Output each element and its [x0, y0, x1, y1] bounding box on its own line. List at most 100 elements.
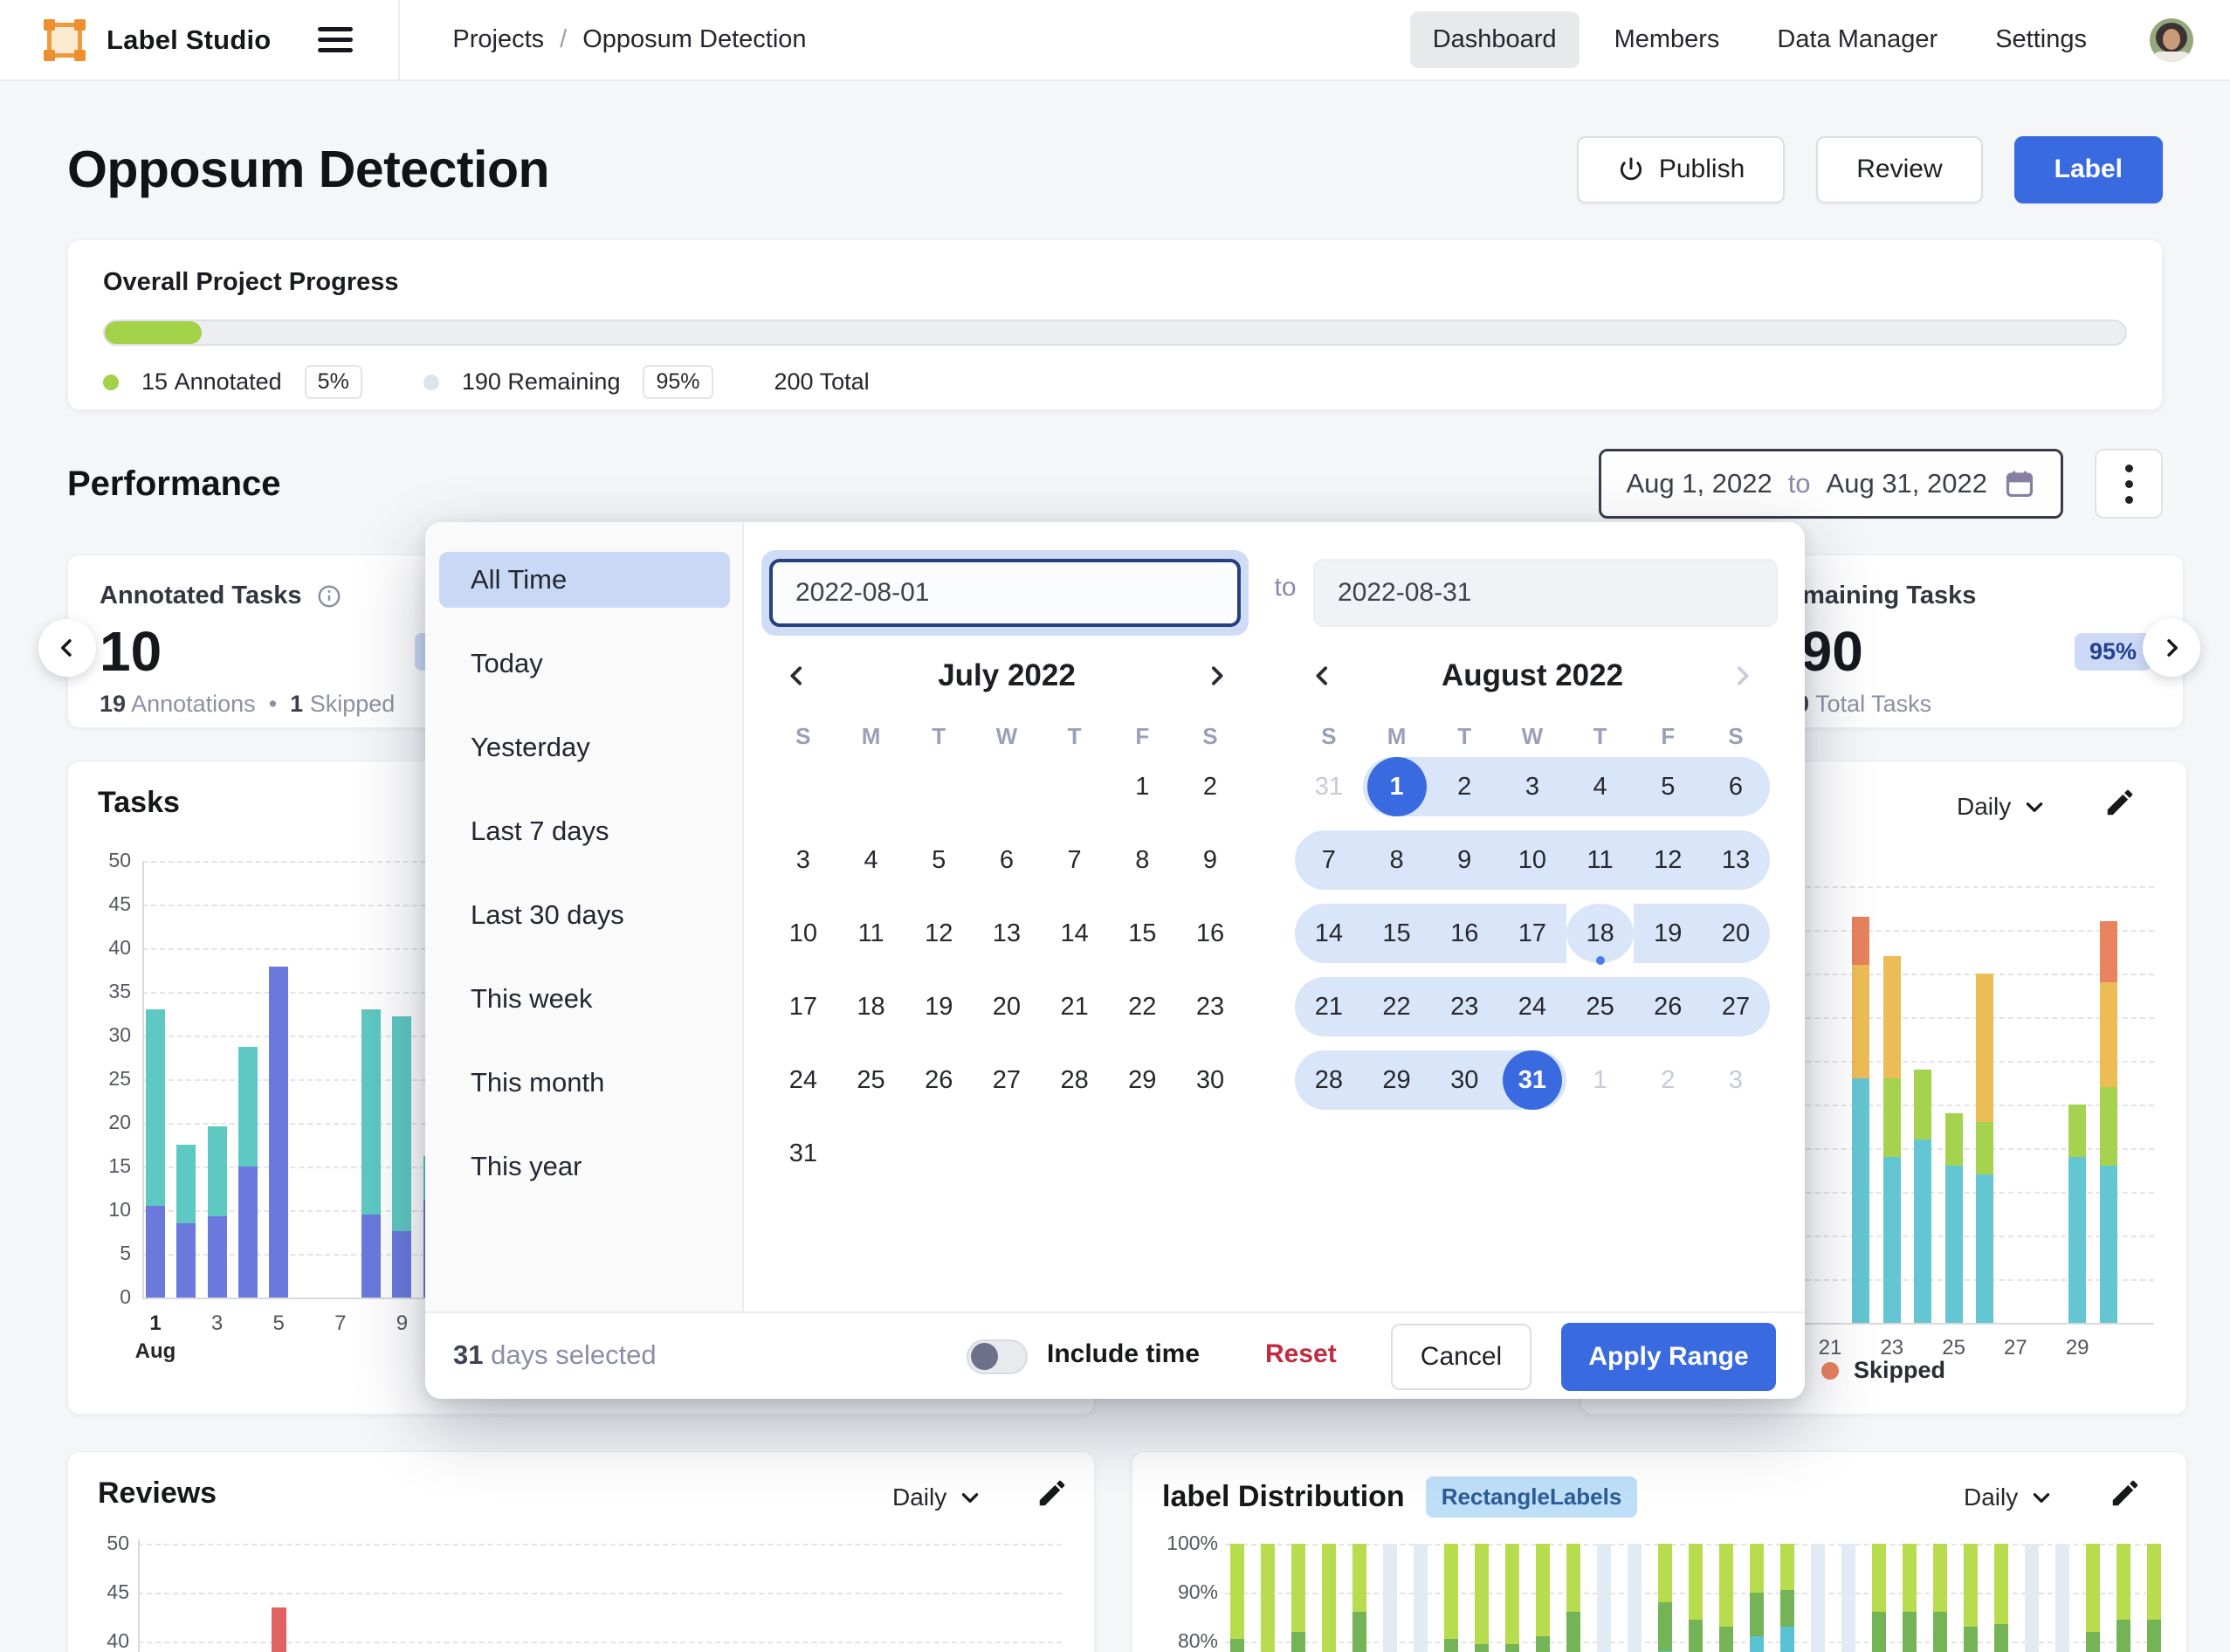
date-range-control[interactable]: Aug 1, 2022 to Aug 31, 2022 — [1599, 449, 2063, 519]
day-cell-11[interactable]: 11 — [1566, 830, 1635, 890]
day-cell-18[interactable]: 18 — [837, 977, 905, 1036]
nav-item-data-manager[interactable]: Data Manager — [1754, 11, 1960, 68]
distribution-bar-dark — [1903, 1612, 1917, 1652]
day-cell-29[interactable]: 29 — [1363, 1050, 1431, 1110]
day-cell-29[interactable]: 29 — [1108, 1050, 1176, 1110]
day-cell-8[interactable]: 8 — [1363, 830, 1431, 890]
next-month-button[interactable] — [1197, 657, 1235, 695]
day-cell-24[interactable]: 24 — [1498, 977, 1566, 1036]
day-cell-1[interactable]: 1 — [1363, 757, 1431, 816]
day-cell-28[interactable]: 28 — [1041, 1050, 1109, 1110]
end-date-input[interactable] — [1313, 559, 1778, 627]
preset-yesterday[interactable]: Yesterday — [439, 719, 730, 775]
prev-month-button[interactable] — [1304, 657, 1342, 695]
day-cell-17[interactable]: 17 — [1498, 904, 1566, 963]
preset-last-7-days[interactable]: Last 7 days — [439, 803, 730, 859]
day-cell-28[interactable]: 28 — [1295, 1050, 1363, 1110]
day-cell-26[interactable]: 26 — [1634, 977, 1702, 1036]
carousel-next-button[interactable] — [2143, 619, 2200, 677]
day-cell-6[interactable]: 6 — [973, 830, 1041, 890]
carousel-prev-button[interactable] — [38, 619, 96, 677]
preset-last-30-days[interactable]: Last 30 days — [439, 887, 730, 943]
day-cell-11[interactable]: 11 — [837, 904, 905, 963]
day-cell-22[interactable]: 22 — [1363, 977, 1431, 1036]
day-cell-10[interactable]: 10 — [769, 904, 837, 963]
label-button[interactable]: Label — [2014, 136, 2163, 203]
day-cell-10[interactable]: 10 — [1498, 830, 1566, 890]
user-avatar[interactable] — [2150, 18, 2193, 62]
apply-range-button[interactable]: Apply Range — [1561, 1323, 1776, 1391]
preset-all-time[interactable]: All Time — [439, 552, 730, 608]
day-cell-15[interactable]: 15 — [1108, 904, 1176, 963]
nav-item-members[interactable]: Members — [1592, 11, 1743, 68]
day-cell-15[interactable]: 15 — [1363, 904, 1431, 963]
day-cell-14[interactable]: 14 — [1295, 904, 1363, 963]
day-cell-25[interactable]: 25 — [837, 1050, 905, 1110]
day-cell-1[interactable]: 1 — [1108, 757, 1176, 816]
day-cell-27[interactable]: 27 — [1702, 977, 1770, 1036]
day-cell-4[interactable]: 4 — [837, 830, 905, 890]
include-time-toggle[interactable] — [967, 1339, 1028, 1374]
day-cell-20[interactable]: 20 — [973, 977, 1041, 1036]
start-date-input[interactable] — [769, 559, 1241, 627]
day-cell-12[interactable]: 12 — [1634, 830, 1702, 890]
day-cell-13[interactable]: 13 — [1702, 830, 1770, 890]
day-cell-24[interactable]: 24 — [769, 1050, 837, 1110]
performance-menu-button[interactable] — [2095, 449, 2163, 519]
day-cell-2[interactable]: 2 — [1176, 757, 1244, 816]
day-cell-19[interactable]: 19 — [1634, 904, 1702, 963]
day-cell-23[interactable]: 23 — [1176, 977, 1244, 1036]
preset-today[interactable]: Today — [439, 636, 730, 692]
day-cell-2[interactable]: 2 — [1430, 757, 1498, 816]
day-cell-31[interactable]: 31 — [1295, 757, 1363, 816]
day-cell-3[interactable]: 3 — [1498, 757, 1566, 816]
day-cell-27[interactable]: 27 — [973, 1050, 1041, 1110]
publish-button[interactable]: Publish — [1577, 136, 1785, 203]
day-cell-9[interactable]: 9 — [1430, 830, 1498, 890]
day-cell-21[interactable]: 21 — [1041, 977, 1109, 1036]
cancel-button[interactable]: Cancel — [1391, 1324, 1531, 1390]
day-cell-16[interactable]: 16 — [1176, 904, 1244, 963]
day-cell-25[interactable]: 25 — [1566, 977, 1635, 1036]
prev-month-button[interactable] — [778, 657, 816, 695]
reset-link[interactable]: Reset — [1265, 1339, 1337, 1369]
day-cell-13[interactable]: 13 — [973, 904, 1041, 963]
day-cell-22[interactable]: 22 — [1108, 977, 1176, 1036]
day-cell-9[interactable]: 9 — [1176, 830, 1244, 890]
day-cell-16[interactable]: 16 — [1430, 904, 1498, 963]
calendar-august: August 2022SMTWTFS3112345678910111213141… — [1295, 653, 1770, 1117]
day-cell-18[interactable]: 18 — [1566, 904, 1635, 963]
day-cell-6[interactable]: 6 — [1702, 757, 1770, 816]
review-button[interactable]: Review — [1816, 136, 1982, 203]
day-cell-20[interactable]: 20 — [1702, 904, 1770, 963]
day-cell-30[interactable]: 30 — [1176, 1050, 1244, 1110]
day-cell-14[interactable]: 14 — [1041, 904, 1109, 963]
day-cell-8[interactable]: 8 — [1108, 830, 1176, 890]
day-cell-12[interactable]: 12 — [905, 904, 973, 963]
day-cell-5[interactable]: 5 — [1634, 757, 1702, 816]
day-cell-30[interactable]: 30 — [1430, 1050, 1498, 1110]
preset-this-week[interactable]: This week — [439, 971, 730, 1027]
day-cell-3[interactable]: 3 — [1702, 1050, 1770, 1110]
day-cell-4[interactable]: 4 — [1566, 757, 1635, 816]
nav-item-settings[interactable]: Settings — [1972, 11, 2110, 68]
day-cell-3[interactable]: 3 — [769, 830, 837, 890]
hamburger-menu-icon[interactable] — [318, 21, 353, 59]
day-cell-17[interactable]: 17 — [769, 977, 837, 1036]
distribution-bar-teal — [1780, 1627, 1794, 1652]
preset-this-year[interactable]: This year — [439, 1139, 730, 1194]
day-cell-21[interactable]: 21 — [1295, 977, 1363, 1036]
day-cell-1[interactable]: 1 — [1566, 1050, 1635, 1110]
day-cell-2[interactable]: 2 — [1634, 1050, 1702, 1110]
day-cell-26[interactable]: 26 — [905, 1050, 973, 1110]
day-cell-31[interactable]: 31 — [769, 1124, 837, 1183]
day-cell-5[interactable]: 5 — [905, 830, 973, 890]
day-cell-31[interactable]: 31 — [1498, 1050, 1566, 1110]
nav-item-dashboard[interactable]: Dashboard — [1410, 11, 1580, 68]
breadcrumb-projects-link[interactable]: Projects — [452, 25, 544, 54]
preset-this-month[interactable]: This month — [439, 1055, 730, 1111]
day-cell-7[interactable]: 7 — [1041, 830, 1109, 890]
day-cell-19[interactable]: 19 — [905, 977, 973, 1036]
day-cell-23[interactable]: 23 — [1430, 977, 1498, 1036]
day-cell-7[interactable]: 7 — [1295, 830, 1363, 890]
